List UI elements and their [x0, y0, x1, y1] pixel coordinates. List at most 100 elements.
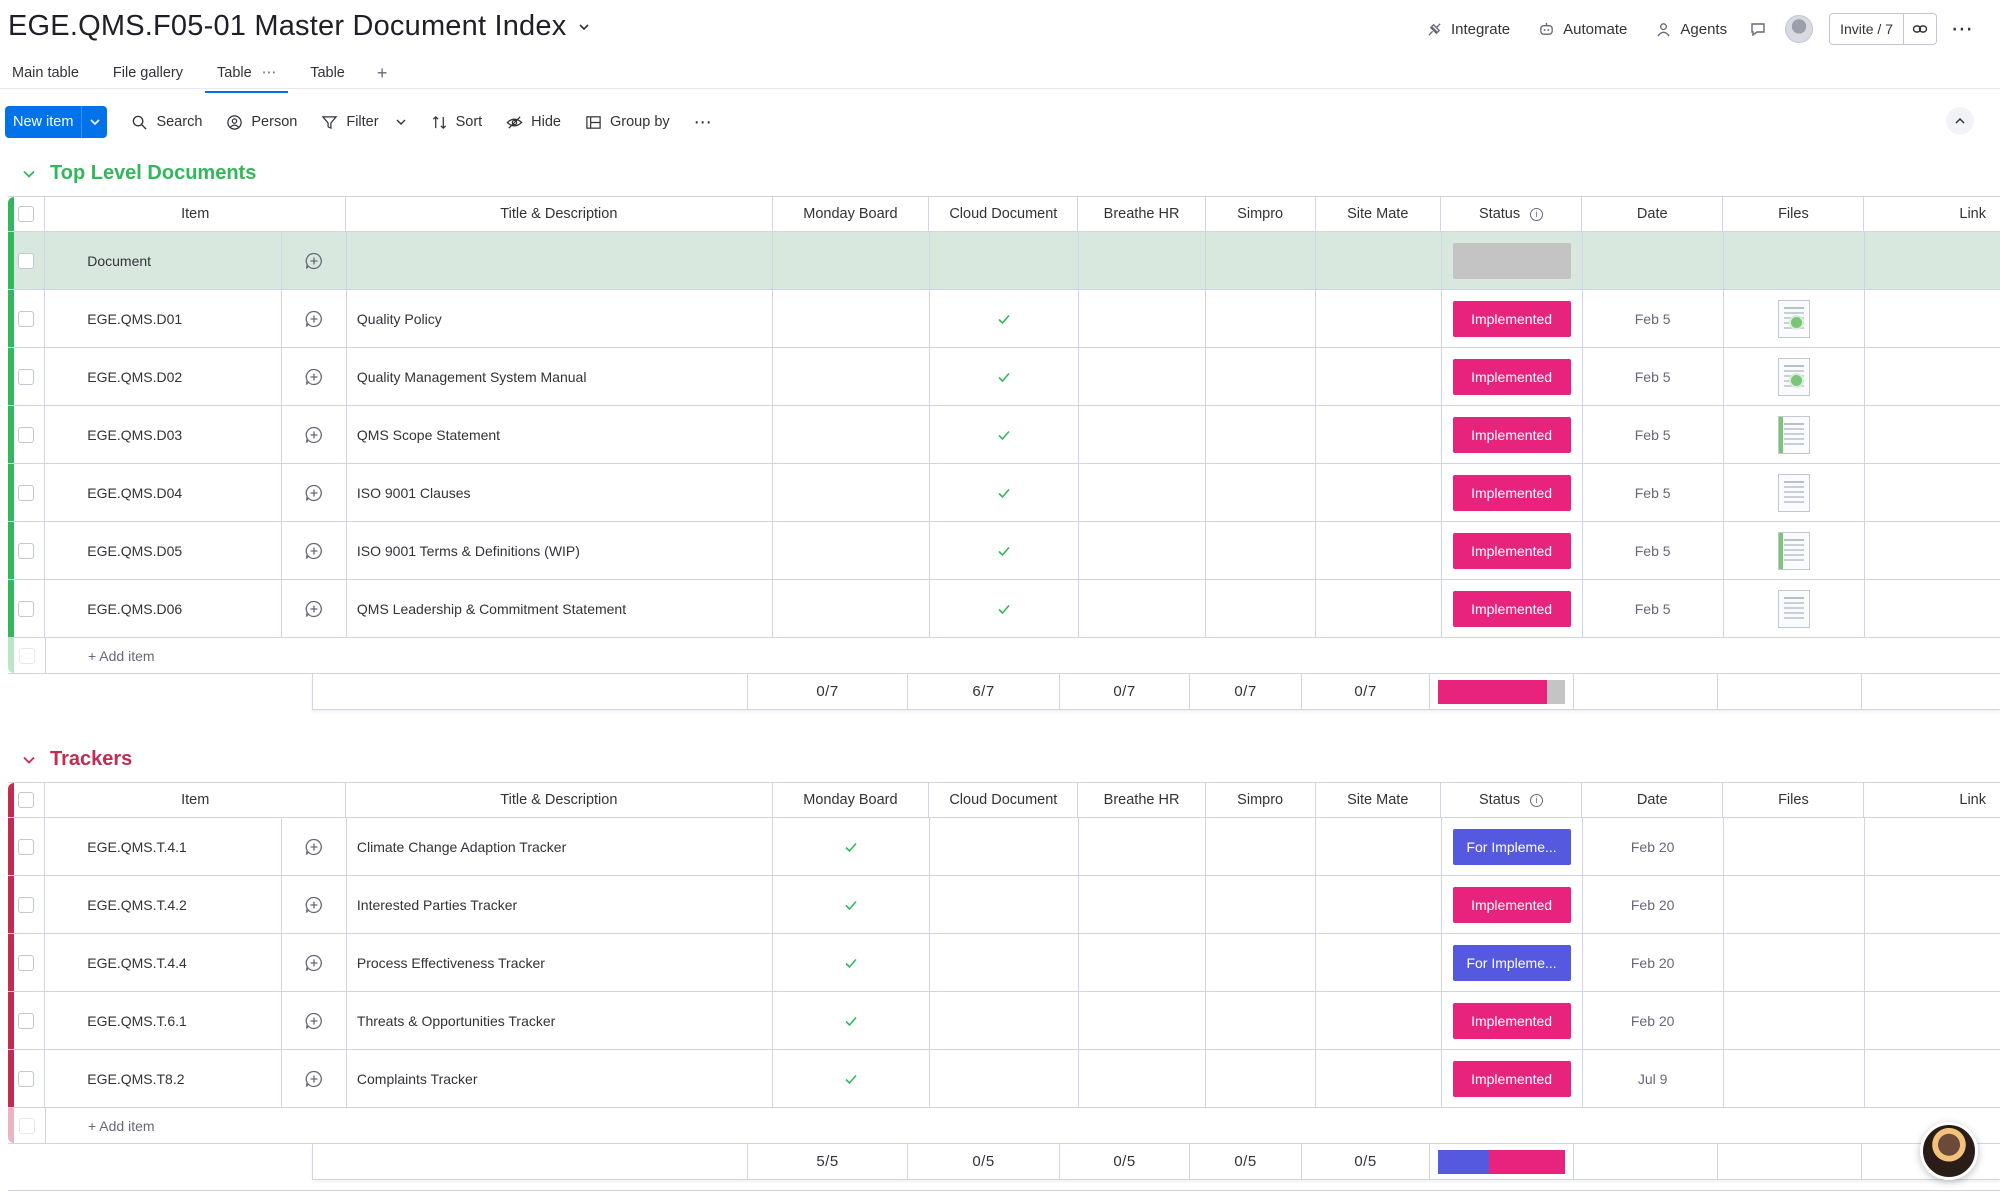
item-name[interactable]: EGE.QMS.D01: [87, 311, 182, 327]
item-name[interactable]: EGE.QMS.T.4.1: [87, 839, 187, 855]
date-cell[interactable]: Feb 20: [1583, 818, 1724, 875]
status-cell[interactable]: Implemented: [1442, 580, 1583, 637]
item-name[interactable]: EGE.QMS.T8.2: [87, 1071, 184, 1087]
status-cell[interactable]: Implemented: [1442, 1050, 1583, 1107]
simpro-cell[interactable]: [1206, 580, 1317, 637]
simpro-cell[interactable]: [1206, 934, 1317, 991]
filter-button[interactable]: Filter: [309, 106, 418, 138]
files-cell[interactable]: [1724, 232, 1865, 289]
title-description-cell[interactable]: Threats & Opportunities Tracker: [347, 992, 774, 1049]
conversation-cell[interactable]: [281, 992, 347, 1049]
select-all-cell[interactable]: [8, 783, 46, 817]
tab-table-active[interactable]: Table ⋯: [205, 56, 289, 93]
more-options-icon[interactable]: ⋯: [1951, 16, 1974, 42]
conversation-cell[interactable]: [281, 1050, 347, 1107]
column-header-breathe[interactable]: Breathe HR: [1078, 783, 1206, 817]
column-header-monday[interactable]: Monday Board: [773, 197, 930, 231]
item-name-cell[interactable]: EGE.QMS.D05: [45, 522, 281, 579]
status-label[interactable]: Implemented: [1452, 1060, 1571, 1097]
simpro-cell[interactable]: [1206, 290, 1317, 347]
add-update-icon[interactable]: [304, 425, 324, 445]
row-select-cell[interactable]: [8, 934, 46, 991]
group-header-top-level-documents[interactable]: Top Level Documents: [22, 162, 256, 185]
table-row[interactable]: Document: [8, 232, 2000, 290]
files-cell[interactable]: [1724, 290, 1865, 347]
item-name-cell[interactable]: EGE.QMS.D03: [45, 406, 281, 463]
files-cell[interactable]: [1724, 464, 1865, 521]
site-mate-cell[interactable]: [1316, 464, 1442, 521]
person-filter-button[interactable]: Person: [214, 106, 309, 138]
item-name-cell[interactable]: EGE.QMS.D02: [45, 348, 281, 405]
row-checkbox[interactable]: [18, 896, 35, 913]
site-mate-cell[interactable]: [1316, 934, 1442, 991]
add-update-icon[interactable]: [304, 1069, 324, 1089]
tab-options-icon[interactable]: ⋯: [262, 65, 277, 81]
conversation-cell[interactable]: [281, 934, 347, 991]
breathe-hr-cell[interactable]: [1079, 992, 1207, 1049]
row-checkbox[interactable]: [18, 954, 35, 971]
row-select-cell[interactable]: [8, 992, 46, 1049]
info-icon[interactable]: i: [1530, 793, 1544, 807]
column-header-status[interactable]: Status i: [1441, 783, 1583, 817]
conversation-cell[interactable]: [281, 522, 347, 579]
add-item-cell[interactable]: + Add item: [46, 638, 2000, 673]
site-mate-cell[interactable]: [1316, 1050, 1442, 1107]
status-label[interactable]: For Impleme...: [1452, 828, 1571, 865]
monday-board-cell[interactable]: [773, 992, 931, 1049]
site-mate-cell[interactable]: [1316, 232, 1442, 289]
copy-link-button[interactable]: [1904, 14, 1936, 44]
conversation-cell[interactable]: [281, 876, 347, 933]
breathe-hr-cell[interactable]: [1079, 406, 1207, 463]
conversation-cell[interactable]: [281, 232, 347, 289]
row-select-cell[interactable]: [8, 580, 46, 637]
info-icon[interactable]: i: [1530, 207, 1544, 221]
monday-board-cell[interactable]: [773, 290, 931, 347]
table-row[interactable]: EGE.QMS.T.4.1 Climate Change Adaption Tra…: [8, 818, 2000, 876]
simpro-cell[interactable]: [1206, 818, 1317, 875]
status-label[interactable]: Implemented: [1452, 358, 1571, 395]
files-cell[interactable]: [1724, 406, 1865, 463]
simpro-cell[interactable]: [1206, 522, 1317, 579]
conversation-cell[interactable]: [281, 406, 347, 463]
add-update-icon[interactable]: [304, 309, 324, 329]
row-select-cell[interactable]: [8, 348, 46, 405]
item-name-cell[interactable]: EGE.QMS.T.4.4: [45, 934, 281, 991]
breathe-hr-cell[interactable]: [1079, 232, 1207, 289]
title-description-cell[interactable]: Complaints Tracker: [347, 1050, 774, 1107]
item-name-cell[interactable]: EGE.QMS.D01: [45, 290, 281, 347]
status-label[interactable]: Implemented: [1452, 474, 1571, 511]
column-header-link[interactable]: Link: [1864, 783, 2000, 817]
conversation-cell[interactable]: [281, 464, 347, 521]
column-header-date[interactable]: Date: [1582, 783, 1724, 817]
add-update-icon[interactable]: [304, 837, 324, 857]
column-header-item[interactable]: Item: [45, 783, 347, 817]
status-label[interactable]: Implemented: [1452, 300, 1571, 337]
breathe-hr-cell[interactable]: [1079, 580, 1207, 637]
simpro-cell[interactable]: [1206, 992, 1317, 1049]
cloud-document-cell[interactable]: [930, 232, 1079, 289]
item-name[interactable]: EGE.QMS.T.4.2: [87, 897, 187, 913]
breathe-hr-cell[interactable]: [1079, 818, 1207, 875]
link-cell[interactable]: [1865, 934, 2000, 991]
new-item-dropdown[interactable]: [81, 106, 107, 138]
date-cell[interactable]: Feb 5: [1583, 522, 1724, 579]
monday-board-cell[interactable]: [773, 522, 931, 579]
conversation-cell[interactable]: [281, 348, 347, 405]
item-name[interactable]: EGE.QMS.D03: [87, 427, 182, 443]
new-item-button[interactable]: New item: [5, 106, 108, 138]
date-cell[interactable]: Feb 5: [1583, 290, 1724, 347]
table-row[interactable]: EGE.QMS.T8.2 Complaints Tracker Implemente…: [8, 1050, 2000, 1108]
site-mate-cell[interactable]: [1316, 818, 1442, 875]
column-header-sitemate[interactable]: Site Mate: [1316, 197, 1441, 231]
item-name-cell[interactable]: Document: [45, 232, 281, 289]
title-description-cell[interactable]: [347, 232, 774, 289]
row-checkbox[interactable]: [18, 310, 35, 327]
row-checkbox[interactable]: [18, 368, 35, 385]
breathe-hr-cell[interactable]: [1079, 1050, 1207, 1107]
row-select-cell[interactable]: [8, 290, 46, 347]
title-description-cell[interactable]: ISO 9001 Terms & Definitions (WIP): [347, 522, 774, 579]
integrate-button[interactable]: Integrate: [1412, 12, 1524, 46]
tab-main-table[interactable]: Main table: [0, 56, 91, 90]
date-cell[interactable]: Feb 5: [1583, 348, 1724, 405]
table-row[interactable]: EGE.QMS.T.6.1 Threats & Opportunities Tra…: [8, 992, 2000, 1050]
